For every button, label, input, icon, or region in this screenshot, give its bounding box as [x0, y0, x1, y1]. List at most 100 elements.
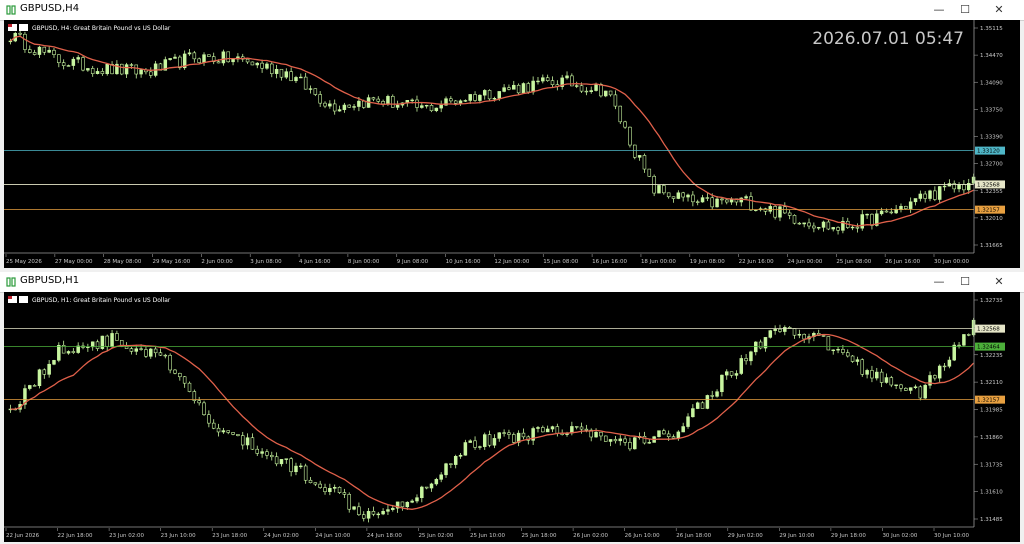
candle-body	[197, 400, 201, 404]
candle-body	[603, 435, 608, 442]
candle-body	[313, 482, 318, 485]
candle-body	[739, 358, 744, 374]
price-tick-label: 1.32735	[980, 298, 1003, 304]
top-chart-area[interactable]: 1.35115 1.34470 1.34090 1.33750 1.33390 1.327…	[4, 20, 1020, 268]
candle-body	[57, 345, 61, 361]
candle-body	[149, 348, 153, 357]
bottom-chart-svg[interactable]: 1.327351.323601.322351.321101.319851.318…	[4, 292, 1020, 542]
candle-body	[666, 192, 671, 198]
candle-body	[555, 426, 560, 434]
candle-body	[37, 46, 42, 55]
time-tick-label: 12 Jun 00:00	[494, 259, 529, 265]
candle-body	[502, 432, 506, 434]
candle-body	[889, 377, 894, 386]
candle-body	[250, 437, 255, 450]
candle-body	[284, 71, 289, 78]
maximize-button[interactable]: ☐	[954, 2, 976, 18]
candle-body	[415, 99, 419, 108]
bottom-window-titlebar[interactable]: GBPUSD,H1 — ☐ ✕	[0, 272, 1024, 293]
candle-body	[507, 432, 511, 435]
candle-body	[623, 121, 627, 128]
time-tick-label: 30 Jun 02:00	[882, 533, 917, 539]
top-window-titlebar[interactable]: GBPUSD,H4 — ☐ ✕	[0, 0, 1024, 21]
candle-body	[458, 100, 463, 104]
candle-body	[139, 69, 143, 75]
top-chart-svg[interactable]: 1.35115 1.34470 1.34090 1.33750 1.33390 1.327…	[4, 20, 1020, 268]
candle-body	[662, 430, 666, 435]
window-title: GBPUSD,H1	[20, 275, 80, 286]
candle-body	[574, 426, 579, 428]
candle-body	[773, 206, 777, 218]
candle-body	[826, 221, 831, 230]
candle-body	[923, 193, 927, 199]
candle-body	[865, 370, 869, 375]
candle-body	[681, 192, 685, 198]
candle-body	[245, 58, 250, 63]
candle-body	[313, 88, 318, 95]
candle-body	[332, 487, 337, 489]
candle-body	[744, 358, 748, 362]
candle-body	[66, 65, 71, 67]
candle-body	[129, 64, 134, 66]
maximize-button[interactable]: ☐	[954, 274, 976, 290]
time-tick-label: 28 May 08:00	[104, 259, 142, 265]
candle-body	[933, 190, 937, 200]
candle-body	[381, 511, 385, 515]
candle-body	[947, 359, 952, 367]
candle-body	[671, 436, 676, 439]
price-tick-label: 1.31735	[980, 462, 1003, 468]
bottom-chart-window[interactable]: GBPUSD,H1 — ☐ ✕ 1.327351.323601.322351.3…	[0, 272, 1024, 544]
candle-body	[32, 385, 37, 387]
candle-body	[478, 94, 482, 101]
candle-body	[710, 395, 714, 397]
candle-body	[913, 386, 918, 388]
candle-body	[758, 341, 763, 349]
candle-body	[599, 431, 603, 437]
candle-body	[182, 376, 187, 384]
candle-body	[381, 101, 385, 105]
time-tick-label: 26 Jun 02:00	[573, 533, 608, 539]
candle-body	[57, 54, 61, 63]
candle-body	[860, 359, 865, 375]
candle-body	[173, 56, 177, 59]
candle-body	[918, 193, 923, 199]
candle-body	[613, 439, 618, 442]
server-clock: 2026.07.01 05:47	[812, 29, 964, 49]
candle-body	[303, 76, 308, 90]
candle-body	[361, 514, 366, 519]
close-button[interactable]: ✕	[988, 274, 1010, 290]
candle-body	[265, 451, 269, 456]
candle-body	[933, 375, 937, 379]
candle-body	[492, 98, 497, 100]
candlestick-series	[8, 317, 976, 523]
candle-body	[594, 84, 598, 91]
minimize-button[interactable]: —	[928, 274, 950, 290]
time-tick-label: 3 Jun 08:00	[250, 259, 282, 265]
candle-body	[812, 225, 816, 229]
candle-body	[134, 64, 139, 75]
candle-body	[478, 446, 482, 448]
candle-body	[579, 85, 584, 92]
candle-body	[831, 227, 835, 230]
candle-body	[187, 382, 192, 392]
close-button[interactable]: ✕	[988, 2, 1010, 18]
candle-body	[71, 351, 76, 353]
minimize-button[interactable]: —	[928, 2, 950, 18]
time-tick-label: 19 Jun 08:00	[690, 259, 725, 265]
candle-body	[783, 327, 787, 332]
candle-body	[937, 365, 942, 379]
candle-body	[332, 103, 337, 112]
candle-body	[420, 105, 424, 108]
candle-body	[904, 205, 908, 209]
candle-body	[899, 205, 903, 210]
bottom-chart-area[interactable]: 1.327351.323601.322351.321101.319851.318…	[4, 292, 1020, 542]
candle-body	[303, 465, 308, 481]
candle-body	[415, 497, 419, 502]
candle-body	[458, 454, 463, 457]
candle-body	[904, 387, 908, 391]
candle-body	[270, 63, 274, 74]
candle-body	[134, 348, 139, 352]
candle-body	[153, 348, 158, 354]
candle-body	[952, 344, 956, 361]
top-chart-window[interactable]: GBPUSD,H4 — ☐ ✕ 1.35115 1.34470 1.34090 1.3…	[0, 0, 1024, 270]
